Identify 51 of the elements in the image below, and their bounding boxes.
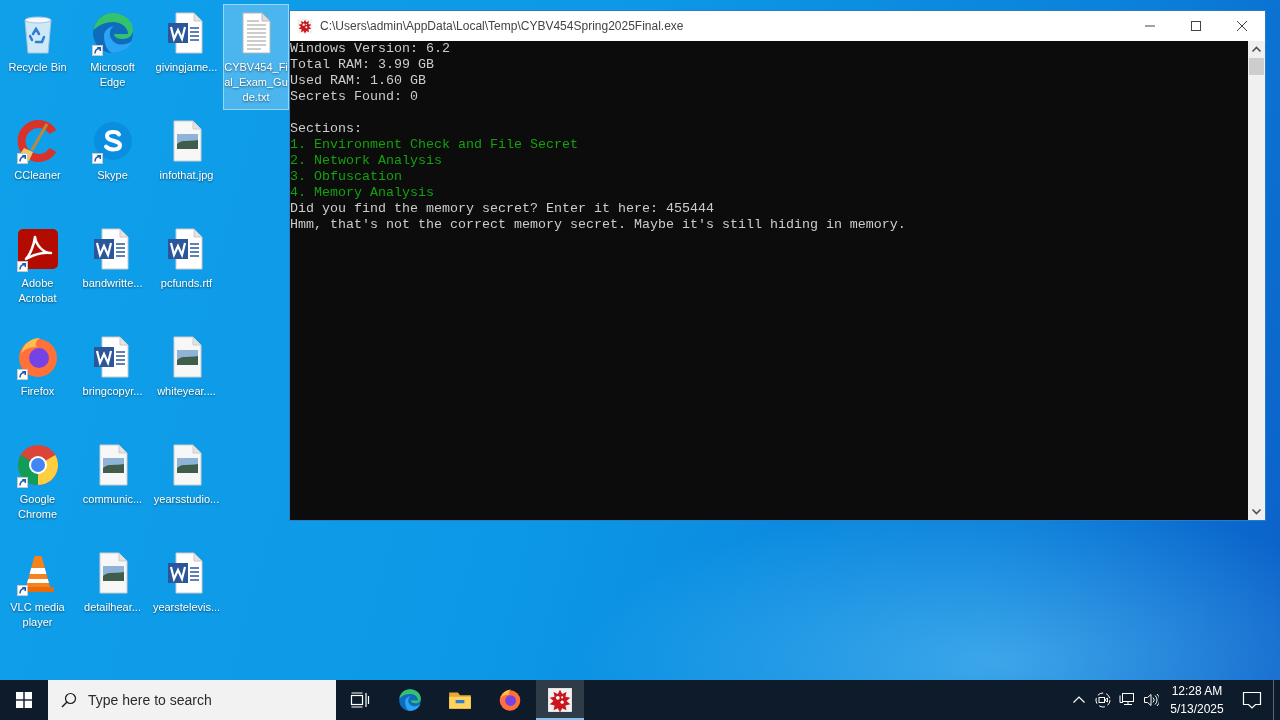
icon-label[interactable]: CCleaner — [14, 168, 61, 183]
search-field[interactable]: Type here to search — [48, 680, 336, 720]
icon-label[interactable]: yearsstudio... — [153, 492, 220, 507]
task-view-icon — [350, 692, 370, 708]
icon-label[interactable]: Firefox — [20, 384, 55, 399]
icon-label[interactable]: Microsoft Edge — [77, 60, 148, 90]
close-icon — [1237, 21, 1247, 31]
clock-button[interactable]: 12:28 AM 5/13/2025 — [1163, 680, 1231, 720]
icon-label[interactable]: whiteyear.... — [157, 384, 216, 399]
search-icon — [61, 692, 77, 708]
icon-label[interactable]: yearstelevis... — [152, 600, 221, 615]
spiky-ball-icon — [297, 18, 313, 34]
selection-highlight[interactable]: CYBV454_Fi al_Exam_Gu de.txt — [223, 4, 289, 110]
search-input[interactable]: Type here to search — [88, 690, 328, 710]
spiky-ball-icon — [547, 687, 573, 713]
console-line: Secrets Found: 0 — [290, 89, 419, 105]
menu-option: 3. Obfuscation — [290, 169, 1248, 185]
console-line: Total RAM: 3.99 GB — [290, 57, 435, 73]
edge-logo-icon — [397, 687, 423, 713]
speech-bubble-icon — [1242, 691, 1262, 709]
icon-label[interactable]: Google Chrome — [2, 492, 73, 522]
console-line: Hmm, that's not the correct memory secret. Maybe it's still hiding in memory. — [290, 217, 907, 233]
console-line: Used RAM: 1.60 GB — [290, 73, 427, 89]
firefox-logo-icon — [497, 687, 523, 713]
icon-label[interactable]: Recycle Bin — [8, 60, 67, 75]
menu-option: 2. Network Analysis — [290, 153, 1248, 169]
maximize-icon — [1191, 21, 1201, 31]
icon-label[interactable]: infothat.jpg — [159, 168, 214, 183]
icon-label[interactable]: bandwritte... — [82, 276, 143, 291]
network-monitor-icon — [1119, 692, 1135, 708]
entered-value: 455444 — [665, 201, 714, 216]
window-title: C:\Users\admin\AppData\Local\Temp\CYBV454Spring2025Final.exe — [320, 19, 684, 33]
taskbar-app-button[interactable] — [536, 680, 584, 720]
icon-label[interactable]: communic... — [82, 492, 143, 507]
console-line: Windows Version: 6.2 — [290, 41, 451, 57]
prompt-text: Did you find the memory secret? Enter it here: — [290, 201, 658, 216]
icon-label[interactable]: detailhear... — [84, 600, 141, 615]
menu-option: 1. Environment Check and File Secret — [290, 137, 1248, 153]
icon-label[interactable]: VLC media player — [2, 600, 73, 630]
camera-icon — [1095, 692, 1111, 708]
console-line: Sections: — [290, 121, 363, 137]
icon-label[interactable]: CYBV454_Fi al_Exam_Gu de.txt — [224, 60, 288, 105]
icon-label[interactable]: givingjame... — [155, 60, 218, 75]
icon-label[interactable]: Adobe Acrobat — [2, 276, 73, 306]
scrollbar-thumb[interactable] — [1249, 58, 1264, 75]
menu-option: 4. Memory Analysis — [290, 185, 1248, 201]
icon-label[interactable]: pcfunds.rtf — [160, 276, 213, 291]
speaker-icon — [1143, 692, 1159, 708]
icon-label[interactable]: Skype — [97, 168, 128, 183]
icon-label[interactable]: bringcopyr... — [82, 384, 143, 399]
windows-logo-icon — [16, 692, 32, 708]
